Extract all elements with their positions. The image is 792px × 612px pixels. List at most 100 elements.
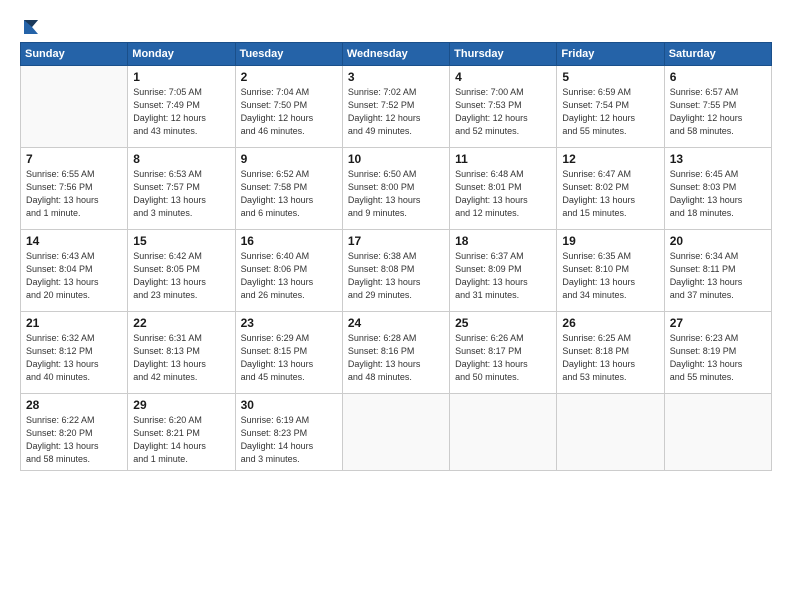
day-info: Sunrise: 6:52 AM Sunset: 7:58 PM Dayligh… — [241, 168, 337, 220]
week-row-3: 14 Sunrise: 6:43 AM Sunset: 8:04 PM Dayli… — [21, 230, 772, 312]
logo-flag-icon — [22, 18, 40, 36]
calendar-cell: 26 Sunrise: 6:25 AM Sunset: 8:18 PM Dayli… — [557, 312, 664, 394]
day-info: Sunrise: 6:50 AM Sunset: 8:00 PM Dayligh… — [348, 168, 444, 220]
calendar-cell — [21, 66, 128, 148]
calendar-cell: 4 Sunrise: 7:00 AM Sunset: 7:53 PM Daylig… — [450, 66, 557, 148]
calendar-cell — [342, 394, 449, 471]
day-number: 21 — [26, 316, 122, 330]
calendar-cell: 9Sunrise: 6:52 AM Sunset: 7:58 PM Daylig… — [235, 148, 342, 230]
day-number: 18 — [455, 234, 551, 248]
calendar-cell — [664, 394, 771, 471]
day-info: Sunrise: 7:00 AM Sunset: 7:53 PM Dayligh… — [455, 86, 551, 138]
calendar-cell: 10 Sunrise: 6:50 AM Sunset: 8:00 PM Dayli… — [342, 148, 449, 230]
day-info: Sunrise: 6:48 AM Sunset: 8:01 PM Dayligh… — [455, 168, 551, 220]
calendar-cell: 20 Sunrise: 6:34 AM Sunset: 8:11 PM Dayli… — [664, 230, 771, 312]
calendar-cell: 13Sunrise: 6:45 AM Sunset: 8:03 PM Dayli… — [664, 148, 771, 230]
day-number: 5 — [562, 70, 658, 84]
day-info: Sunrise: 6:31 AM Sunset: 8:13 PM Dayligh… — [133, 332, 229, 384]
week-row-5: 28Sunrise: 6:22 AM Sunset: 8:20 PM Dayli… — [21, 394, 772, 471]
week-row-2: 7 Sunrise: 6:55 AM Sunset: 7:56 PM Daylig… — [21, 148, 772, 230]
day-number: 1 — [133, 70, 229, 84]
day-number: 23 — [241, 316, 337, 330]
day-info: Sunrise: 6:23 AM Sunset: 8:19 PM Dayligh… — [670, 332, 766, 384]
day-number: 11 — [455, 152, 551, 166]
calendar-cell — [557, 394, 664, 471]
calendar-cell: 12 Sunrise: 6:47 AM Sunset: 8:02 PM Dayli… — [557, 148, 664, 230]
day-info: Sunrise: 6:53 AM Sunset: 7:57 PM Dayligh… — [133, 168, 229, 220]
calendar-cell: 25 Sunrise: 6:26 AM Sunset: 8:17 PM Dayli… — [450, 312, 557, 394]
day-info: Sunrise: 6:38 AM Sunset: 8:08 PM Dayligh… — [348, 250, 444, 302]
weekday-header-saturday: Saturday — [664, 43, 771, 66]
day-number: 15 — [133, 234, 229, 248]
calendar-cell: 24Sunrise: 6:28 AM Sunset: 8:16 PM Dayli… — [342, 312, 449, 394]
day-info: Sunrise: 6:35 AM Sunset: 8:10 PM Dayligh… — [562, 250, 658, 302]
day-number: 25 — [455, 316, 551, 330]
day-info: Sunrise: 6:42 AM Sunset: 8:05 PM Dayligh… — [133, 250, 229, 302]
day-number: 12 — [562, 152, 658, 166]
day-number: 10 — [348, 152, 444, 166]
calendar-cell: 8Sunrise: 6:53 AM Sunset: 7:57 PM Daylig… — [128, 148, 235, 230]
day-number: 20 — [670, 234, 766, 248]
calendar-cell: 18 Sunrise: 6:37 AM Sunset: 8:09 PM Dayli… — [450, 230, 557, 312]
day-number: 17 — [348, 234, 444, 248]
day-info: Sunrise: 7:04 AM Sunset: 7:50 PM Dayligh… — [241, 86, 337, 138]
day-info: Sunrise: 6:34 AM Sunset: 8:11 PM Dayligh… — [670, 250, 766, 302]
day-info: Sunrise: 6:57 AM Sunset: 7:55 PM Dayligh… — [670, 86, 766, 138]
day-number: 19 — [562, 234, 658, 248]
logo-text — [20, 18, 40, 36]
day-info: Sunrise: 6:37 AM Sunset: 8:09 PM Dayligh… — [455, 250, 551, 302]
logo — [20, 18, 40, 32]
day-number: 27 — [670, 316, 766, 330]
day-number: 4 — [455, 70, 551, 84]
calendar-cell: 6 Sunrise: 6:57 AM Sunset: 7:55 PM Daylig… — [664, 66, 771, 148]
weekday-header-thursday: Thursday — [450, 43, 557, 66]
calendar-cell: 27 Sunrise: 6:23 AM Sunset: 8:19 PM Dayli… — [664, 312, 771, 394]
day-number: 30 — [241, 398, 337, 412]
calendar-cell — [450, 394, 557, 471]
weekday-header-friday: Friday — [557, 43, 664, 66]
week-row-4: 21Sunrise: 6:32 AM Sunset: 8:12 PM Dayli… — [21, 312, 772, 394]
day-number: 22 — [133, 316, 229, 330]
day-info: Sunrise: 6:20 AM Sunset: 8:21 PM Dayligh… — [133, 414, 229, 466]
calendar-cell: 23 Sunrise: 6:29 AM Sunset: 8:15 PM Dayli… — [235, 312, 342, 394]
day-number: 6 — [670, 70, 766, 84]
calendar-cell: 15 Sunrise: 6:42 AM Sunset: 8:05 PM Dayli… — [128, 230, 235, 312]
day-number: 16 — [241, 234, 337, 248]
day-number: 7 — [26, 152, 122, 166]
calendar-cell: 2Sunrise: 7:04 AM Sunset: 7:50 PM Daylig… — [235, 66, 342, 148]
calendar-cell: 11 Sunrise: 6:48 AM Sunset: 8:01 PM Dayli… — [450, 148, 557, 230]
week-row-1: 1 Sunrise: 7:05 AM Sunset: 7:49 PM Daylig… — [21, 66, 772, 148]
day-number: 14 — [26, 234, 122, 248]
day-info: Sunrise: 6:40 AM Sunset: 8:06 PM Dayligh… — [241, 250, 337, 302]
header — [20, 18, 772, 32]
day-info: Sunrise: 6:26 AM Sunset: 8:17 PM Dayligh… — [455, 332, 551, 384]
calendar-cell: 16 Sunrise: 6:40 AM Sunset: 8:06 PM Dayli… — [235, 230, 342, 312]
calendar-cell: 19 Sunrise: 6:35 AM Sunset: 8:10 PM Dayli… — [557, 230, 664, 312]
calendar-cell: 14 Sunrise: 6:43 AM Sunset: 8:04 PM Dayli… — [21, 230, 128, 312]
calendar-page: SundayMondayTuesdayWednesdayThursdayFrid… — [0, 0, 792, 612]
day-info: Sunrise: 7:05 AM Sunset: 7:49 PM Dayligh… — [133, 86, 229, 138]
day-info: Sunrise: 6:47 AM Sunset: 8:02 PM Dayligh… — [562, 168, 658, 220]
day-info: Sunrise: 6:19 AM Sunset: 8:23 PM Dayligh… — [241, 414, 337, 466]
day-number: 26 — [562, 316, 658, 330]
calendar-cell: 22 Sunrise: 6:31 AM Sunset: 8:13 PM Dayli… — [128, 312, 235, 394]
day-info: Sunrise: 7:02 AM Sunset: 7:52 PM Dayligh… — [348, 86, 444, 138]
day-number: 28 — [26, 398, 122, 412]
day-info: Sunrise: 6:43 AM Sunset: 8:04 PM Dayligh… — [26, 250, 122, 302]
weekday-header-row: SundayMondayTuesdayWednesdayThursdayFrid… — [21, 43, 772, 66]
day-number: 24 — [348, 316, 444, 330]
day-info: Sunrise: 6:45 AM Sunset: 8:03 PM Dayligh… — [670, 168, 766, 220]
calendar-table: SundayMondayTuesdayWednesdayThursdayFrid… — [20, 42, 772, 471]
calendar-cell: 5Sunrise: 6:59 AM Sunset: 7:54 PM Daylig… — [557, 66, 664, 148]
calendar-cell: 3Sunrise: 7:02 AM Sunset: 7:52 PM Daylig… — [342, 66, 449, 148]
weekday-header-monday: Monday — [128, 43, 235, 66]
weekday-header-sunday: Sunday — [21, 43, 128, 66]
day-info: Sunrise: 6:29 AM Sunset: 8:15 PM Dayligh… — [241, 332, 337, 384]
calendar-cell: 30 Sunrise: 6:19 AM Sunset: 8:23 PM Dayli… — [235, 394, 342, 471]
day-info: Sunrise: 6:55 AM Sunset: 7:56 PM Dayligh… — [26, 168, 122, 220]
day-info: Sunrise: 6:25 AM Sunset: 8:18 PM Dayligh… — [562, 332, 658, 384]
calendar-cell: 28Sunrise: 6:22 AM Sunset: 8:20 PM Dayli… — [21, 394, 128, 471]
calendar-cell: 1 Sunrise: 7:05 AM Sunset: 7:49 PM Daylig… — [128, 66, 235, 148]
day-number: 29 — [133, 398, 229, 412]
calendar-cell: 29 Sunrise: 6:20 AM Sunset: 8:21 PM Dayli… — [128, 394, 235, 471]
